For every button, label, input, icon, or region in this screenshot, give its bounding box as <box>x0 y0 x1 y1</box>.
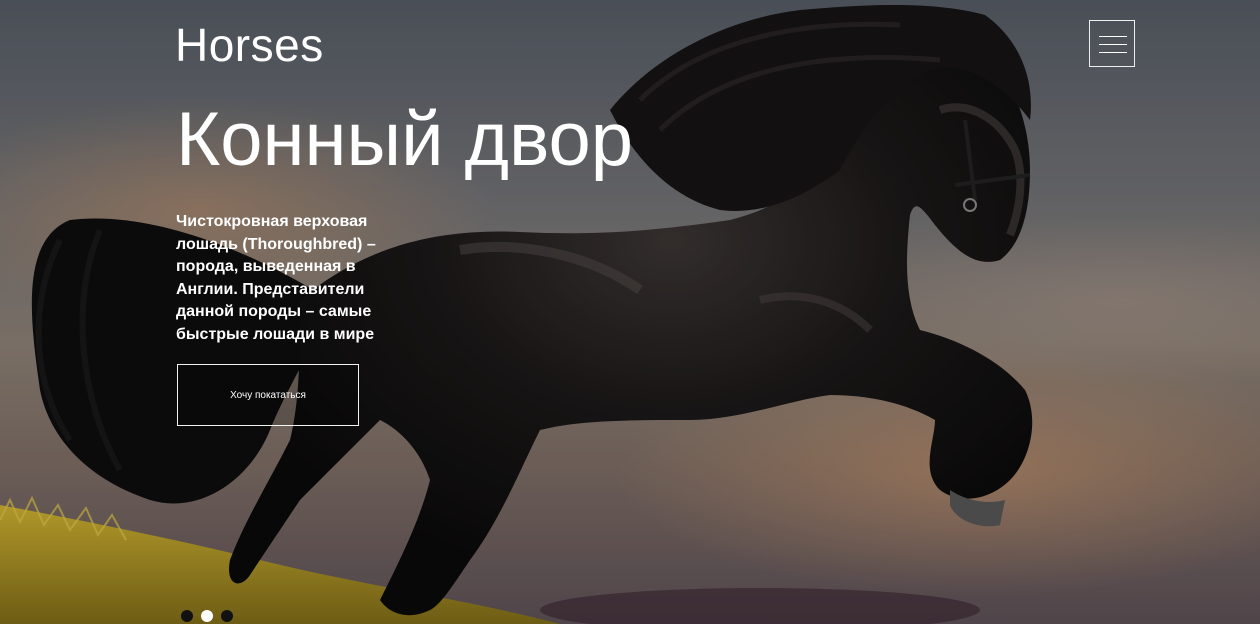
hero-section: Horses Конный двор Чистокровная верховая… <box>0 0 1260 624</box>
hamburger-menu-icon <box>1099 36 1127 37</box>
site-logo[interactable]: Horses <box>175 18 324 72</box>
hamburger-menu-icon-bar <box>1099 52 1127 53</box>
hero-title: Конный двор <box>176 97 634 182</box>
hamburger-menu-icon-bar <box>1099 44 1127 45</box>
hero-description: Чистокровная верховая лошадь (Thoroughbr… <box>176 213 376 343</box>
slider-dot-1[interactable] <box>181 610 193 622</box>
hamburger-menu-button[interactable] <box>1089 20 1135 67</box>
slider-dot-3[interactable] <box>221 610 233 622</box>
slider-dot-2-active[interactable] <box>201 610 213 622</box>
slider-pagination <box>181 610 233 622</box>
ride-cta-button[interactable]: Хочу покататься <box>177 364 359 426</box>
